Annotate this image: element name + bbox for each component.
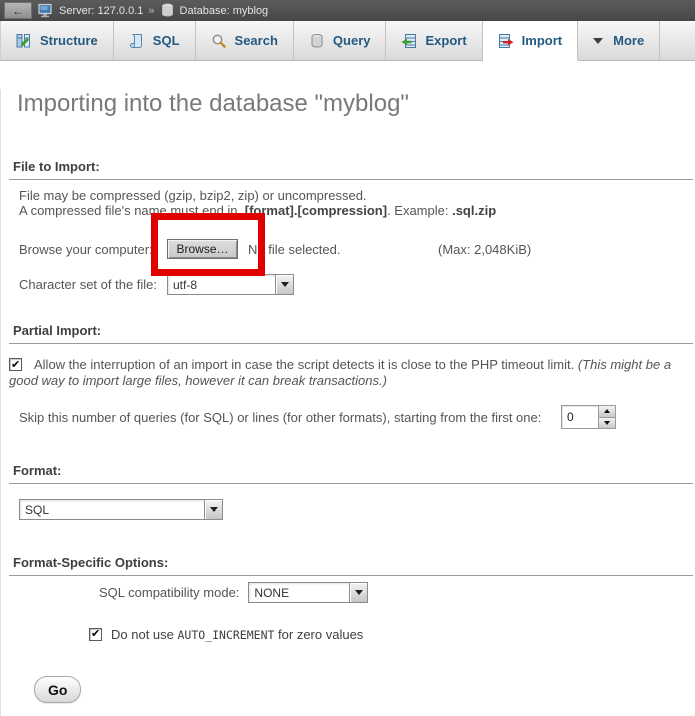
breadcrumb-server-link[interactable]: Server: 127.0.0.1	[59, 5, 143, 17]
browse-label: Browse your computer:	[19, 242, 167, 257]
spinner-buttons	[598, 406, 615, 428]
skip-queries-spinner[interactable]: 0	[561, 405, 616, 429]
breadcrumb-bar: Server: 127.0.0.1 » Database: myblog	[0, 0, 695, 21]
chevron-down-icon	[593, 38, 603, 44]
browse-button[interactable]: Browse…	[167, 239, 238, 259]
tab-label: Structure	[40, 33, 98, 48]
tab-query[interactable]: Query	[294, 21, 387, 60]
name-rule-prefix: A compressed file's name must end in	[19, 203, 241, 218]
skip-queries-value: 0	[562, 406, 598, 428]
tab-export[interactable]: Export	[386, 21, 482, 60]
dropdown-arrow-icon	[349, 583, 367, 602]
charset-selected-value: utf-8	[168, 275, 275, 294]
export-icon	[401, 33, 417, 49]
tab-label: Import	[522, 33, 562, 48]
import-icon	[498, 33, 514, 49]
go-button[interactable]: Go	[34, 676, 81, 703]
sql-compat-select[interactable]: NONE	[248, 582, 368, 603]
sql-compat-row: SQL compatibility mode: NONE	[1, 581, 695, 603]
no-file-selected-text: No file selected.	[248, 242, 341, 257]
tab-import[interactable]: Import	[483, 21, 578, 61]
tab-label: More	[613, 33, 644, 48]
allow-text: Allow the interruption of an import in c…	[34, 357, 578, 372]
tab-structure[interactable]: Structure	[1, 21, 114, 60]
skip-queries-label: Skip this number of queries (for SQL) or…	[19, 410, 541, 425]
dropdown-arrow-icon	[204, 500, 222, 519]
server-icon	[38, 3, 53, 18]
go-row: Go	[34, 676, 695, 703]
dropdown-arrow-icon	[275, 275, 293, 294]
page-title: Importing into the database "myblog"	[17, 89, 695, 119]
browse-row: Browse your computer: Browse… No file se…	[1, 238, 695, 260]
allow-interrupt-row: Allow the interruption of an import in c…	[9, 357, 683, 389]
query-icon	[309, 33, 325, 49]
sql-compat-label: SQL compatibility mode:	[99, 585, 239, 600]
charset-select[interactable]: utf-8	[167, 274, 294, 295]
format-select[interactable]: SQL	[19, 499, 223, 520]
allow-interrupt-checkbox[interactable]	[9, 358, 22, 371]
tab-label: Query	[333, 33, 371, 48]
main-content: Importing into the database "myblog" Fil…	[0, 89, 695, 716]
tab-more[interactable]: More	[578, 21, 660, 60]
back-button[interactable]	[4, 2, 32, 19]
autoinc-text: Do not use AUTO_INCREMENT for zero value…	[111, 627, 363, 642]
skip-queries-row: Skip this number of queries (for SQL) or…	[1, 405, 695, 429]
format-heading: Format:	[9, 463, 693, 484]
database-icon	[160, 3, 175, 18]
charset-label: Character set of the file:	[19, 277, 167, 292]
file-to-import-heading: File to Import:	[9, 159, 693, 180]
max-size-text: (Max: 2,048KiB)	[438, 242, 531, 257]
tabbar-filler	[660, 21, 695, 60]
tab-label: SQL	[153, 33, 180, 48]
sql-compat-selected-value: NONE	[249, 583, 349, 602]
autoinc-checkbox[interactable]	[89, 628, 102, 641]
breadcrumb-separator: »	[148, 5, 154, 17]
spinner-down-button[interactable]	[599, 417, 615, 429]
name-rule-pattern: .[format].[compression]	[241, 203, 387, 218]
format-selected-value: SQL	[20, 500, 204, 519]
tab-search[interactable]: Search	[196, 21, 294, 60]
name-rule-example: .sql.zip	[452, 203, 496, 218]
partial-import-heading: Partial Import:	[9, 323, 693, 344]
tab-sql[interactable]: SQL	[114, 21, 196, 60]
tab-label: Search	[235, 33, 278, 48]
autoinc-row: Do not use AUTO_INCREMENT for zero value…	[1, 627, 695, 642]
charset-row: Character set of the file: utf-8	[1, 273, 695, 295]
sql-icon	[129, 33, 145, 49]
tab-label: Export	[425, 33, 466, 48]
compress-line: File may be compressed (gzip, bzip2, zip…	[19, 188, 367, 203]
format-row: SQL	[1, 499, 695, 521]
allow-interrupt-text: Allow the interruption of an import in c…	[9, 357, 671, 388]
breadcrumb-database-link[interactable]: Database: myblog	[180, 5, 269, 17]
name-rule-mid: . Example:	[387, 203, 452, 218]
structure-icon	[16, 33, 32, 49]
breadcrumb: Server: 127.0.0.1 » Database: myblog	[59, 3, 268, 18]
autoinc-prefix: Do not use	[111, 627, 178, 642]
compression-info-text: File may be compressed (gzip, bzip2, zip…	[19, 188, 685, 218]
search-icon	[211, 33, 227, 49]
spinner-up-button[interactable]	[599, 406, 615, 417]
tab-bar: Structure SQL Search Query	[0, 21, 695, 61]
autoinc-code: AUTO_INCREMENT	[178, 628, 275, 642]
format-specific-heading: Format-Specific Options:	[9, 555, 693, 576]
autoinc-suffix: for zero values	[274, 627, 363, 642]
